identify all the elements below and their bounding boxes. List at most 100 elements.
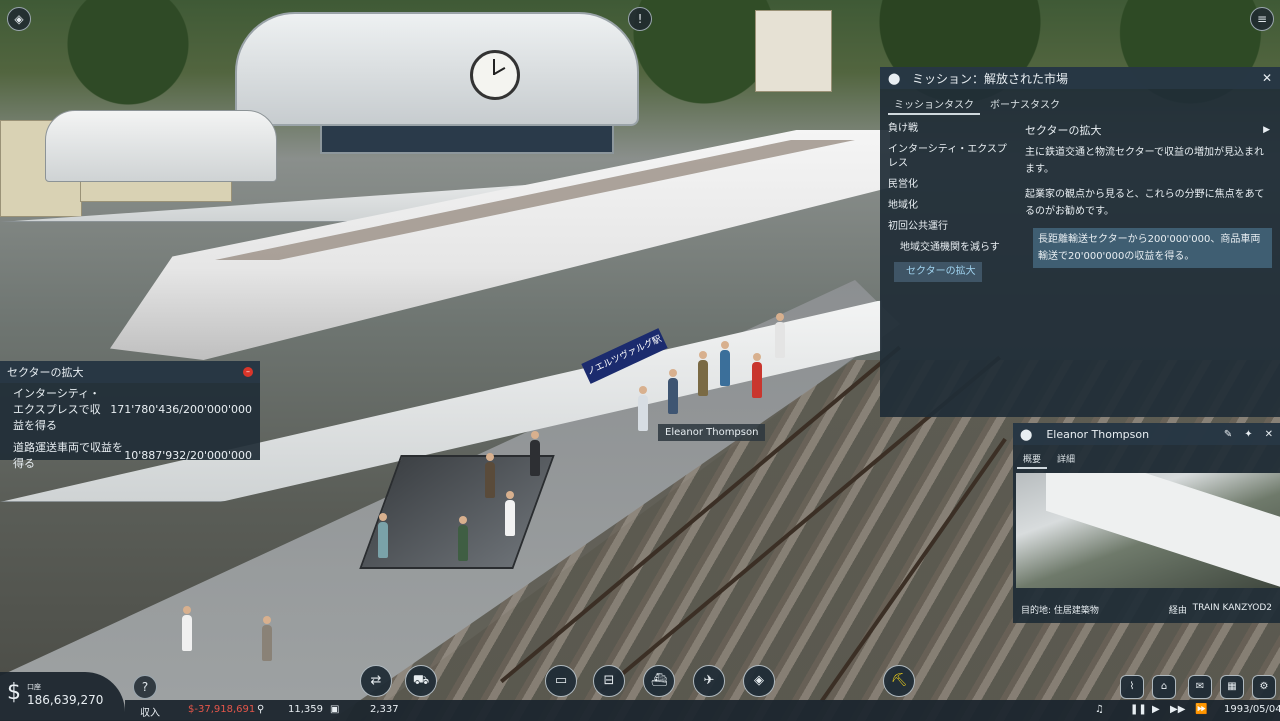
fast-forward-icon[interactable]: ▶▶ <box>1170 704 1185 715</box>
detail-header: セクターの拡大 ▶ <box>1025 122 1270 139</box>
person-window-controls: ✎ ✦ ✕ <box>1224 429 1273 440</box>
mission-progress-panel: セクターの拡大 – インターシティ・エクスプレスで収益を得る 171'780'4… <box>0 361 260 470</box>
detail-paragraph: 起業家の観点から見ると、これらの分野に焦点をあてるのがお勧めです。 <box>1025 189 1265 217</box>
tab-mission-tasks[interactable]: ミッションタスク <box>888 93 980 115</box>
help-icon[interactable]: ? <box>133 675 157 699</box>
progress-label: インターシティ・エクスプレスで収益を得る <box>13 387 101 432</box>
person-tabs: 概要 詳細 <box>1013 449 1280 469</box>
play-icon[interactable]: ▶ <box>1263 122 1270 139</box>
passenger[interactable] <box>530 431 540 476</box>
balance-panel[interactable]: $ 口座 186,639,270 <box>0 672 125 721</box>
play-speed-icon[interactable]: ▶ <box>1152 704 1160 715</box>
task-item[interactable]: 地域交通機関を減らす <box>888 241 1013 255</box>
account-balance: 186,639,270 <box>27 693 104 707</box>
cargo-icon: ▣ <box>330 704 340 715</box>
house-right <box>755 10 832 92</box>
task-item[interactable]: 地域化 <box>888 199 1013 213</box>
tab-overview[interactable]: 概要 <box>1017 449 1048 469</box>
detail-paragraph: 主に鉄道交通と物流セクターで収益の増加が見込まれます。 <box>1025 147 1264 175</box>
destination-value: 住居建築物 <box>1053 606 1099 616</box>
progress-title: セクターの拡大 <box>7 366 84 379</box>
passenger[interactable] <box>505 491 515 536</box>
layers-icon[interactable]: ◈ <box>7 7 31 31</box>
ship-icon[interactable]: ⛴ <box>643 665 675 697</box>
music-icon[interactable]: ♫ <box>1095 704 1104 715</box>
person-window: ⬤ Eleanor Thompson ✎ ✦ ✕ 概要 詳細 目的地: 住居建築… <box>1013 423 1280 623</box>
canopy-left <box>45 110 277 182</box>
detail-title: セクターの拡大 <box>1025 124 1102 137</box>
passenger[interactable] <box>378 513 388 558</box>
finance-icon[interactable]: ⌇ <box>1120 675 1144 699</box>
passenger[interactable] <box>458 516 468 561</box>
passenger-icon: ⚲ <box>257 704 265 715</box>
city-icon[interactable]: ▦ <box>1220 675 1244 699</box>
passenger[interactable] <box>182 606 192 651</box>
cargo-count: 2,337 <box>370 704 399 715</box>
progress-label: 道路運送車両で収益を得る <box>13 441 123 470</box>
location-pin-icon: ⬤ <box>1020 427 1033 441</box>
person-titlebar: ⬤ Eleanor Thompson ✎ ✦ ✕ <box>1013 423 1280 445</box>
edit-icon[interactable]: ✎ <box>1224 429 1232 440</box>
income-value: $-37,918,691 <box>188 704 256 715</box>
passenger-tooltip: Eleanor Thompson <box>658 424 766 441</box>
bus-icon[interactable]: ▭ <box>545 665 577 697</box>
mission-task-list: 負け戦 インターシティ・エクスプレス 民営化 地域化 初回公共運行 地域交通機関… <box>888 122 1013 282</box>
airplane-icon[interactable]: ✈ <box>693 665 725 697</box>
passenger[interactable] <box>752 353 762 398</box>
train-icon[interactable]: ⊟ <box>593 665 625 697</box>
detail-task: 長距離輸送セクターから200'000'000、商品車両輸送で20'000'000… <box>1033 228 1272 268</box>
tab-bonus-tasks[interactable]: ボーナスタスク <box>984 93 1066 115</box>
passenger[interactable] <box>720 341 730 386</box>
mission-detail: セクターの拡大 ▶ 主に鉄道交通と物流セクターで収益の増加が見込まれます。 起業… <box>1025 122 1272 268</box>
mission-title: ミッション：解放された市場 <box>912 71 1069 86</box>
station-roof <box>235 12 639 126</box>
messages-icon[interactable]: ✉ <box>1188 675 1212 699</box>
task-item-selected[interactable]: セクターの拡大 <box>894 262 982 282</box>
status-bar: 収入 $-37,918,691 ⚲ 11,359 ▣ 2,337 ♫ ❚❚ ▶ … <box>125 700 1280 721</box>
pause-icon[interactable]: ❚❚ <box>1130 704 1147 715</box>
task-item[interactable]: 民営化 <box>888 178 1013 192</box>
menu-icon[interactable]: ≡ <box>1250 7 1274 31</box>
bulldozer-icon[interactable]: ⛏ <box>883 665 915 697</box>
task-item[interactable]: インターシティ・エクスプレス <box>888 143 1013 171</box>
industry-icon[interactable]: ⚙ <box>1252 675 1276 699</box>
game-date: 1993/05/04 <box>1224 704 1280 715</box>
passenger[interactable] <box>485 453 495 498</box>
close-icon[interactable]: ✕ <box>1262 71 1272 85</box>
destination-label: 目的地: <box>1021 606 1052 616</box>
person-name: Eleanor Thompson <box>1046 427 1150 441</box>
passenger[interactable] <box>668 369 678 414</box>
location-pin-icon: ⬤ <box>888 71 901 85</box>
mission-titlebar: ⬤ ミッション：解放された市場 ✕ <box>880 67 1280 89</box>
station-clock <box>470 50 520 100</box>
passenger[interactable] <box>698 351 708 396</box>
camera-view-roof <box>1046 473 1280 588</box>
faster-icon[interactable]: ⏩ <box>1195 704 1207 715</box>
alert-icon[interactable]: ! <box>628 7 652 31</box>
remove-icon[interactable]: – <box>243 367 253 377</box>
passenger[interactable] <box>638 386 648 431</box>
person-camera-view[interactable] <box>1016 473 1280 588</box>
progress-header: セクターの拡大 – <box>0 361 260 383</box>
task-item[interactable]: 初回公共運行 <box>888 220 1013 234</box>
company-icon[interactable]: ⌂ <box>1152 675 1176 699</box>
person-route-info: 目的地: 住居建築物 経由 TRAIN KANZYOD2 <box>1021 603 1272 616</box>
via-label: 経由 <box>1168 606 1187 616</box>
vehicle-manager-icon[interactable]: ⛟ <box>405 665 437 697</box>
task-item[interactable]: 負け戦 <box>888 122 1013 136</box>
dollar-icon: $ <box>7 680 21 705</box>
account-label: 口座 <box>27 683 41 691</box>
routes-icon[interactable]: ⇄ <box>360 665 392 697</box>
close-icon[interactable]: ✕ <box>1265 429 1273 440</box>
progress-value: 171'780'436/200'000'000 <box>110 403 252 416</box>
progress-value: 10'887'932/20'000'000 <box>124 449 252 462</box>
tab-details[interactable]: 詳細 <box>1051 449 1081 469</box>
pin-icon[interactable]: ✦ <box>1244 429 1252 440</box>
terrain-icon[interactable]: ◈ <box>743 665 775 697</box>
mission-tabs: ミッションタスク ボーナスタスク <box>880 93 1280 115</box>
progress-row: 道路運送車両で収益を得る 10'887'932/20'000'000 <box>0 437 260 475</box>
passenger[interactable] <box>775 313 785 358</box>
passenger[interactable] <box>262 616 272 661</box>
income-label: 収入 <box>140 708 160 719</box>
mission-window: ⬤ ミッション：解放された市場 ✕ ミッションタスク ボーナスタスク 負け戦 イ… <box>880 67 1280 417</box>
